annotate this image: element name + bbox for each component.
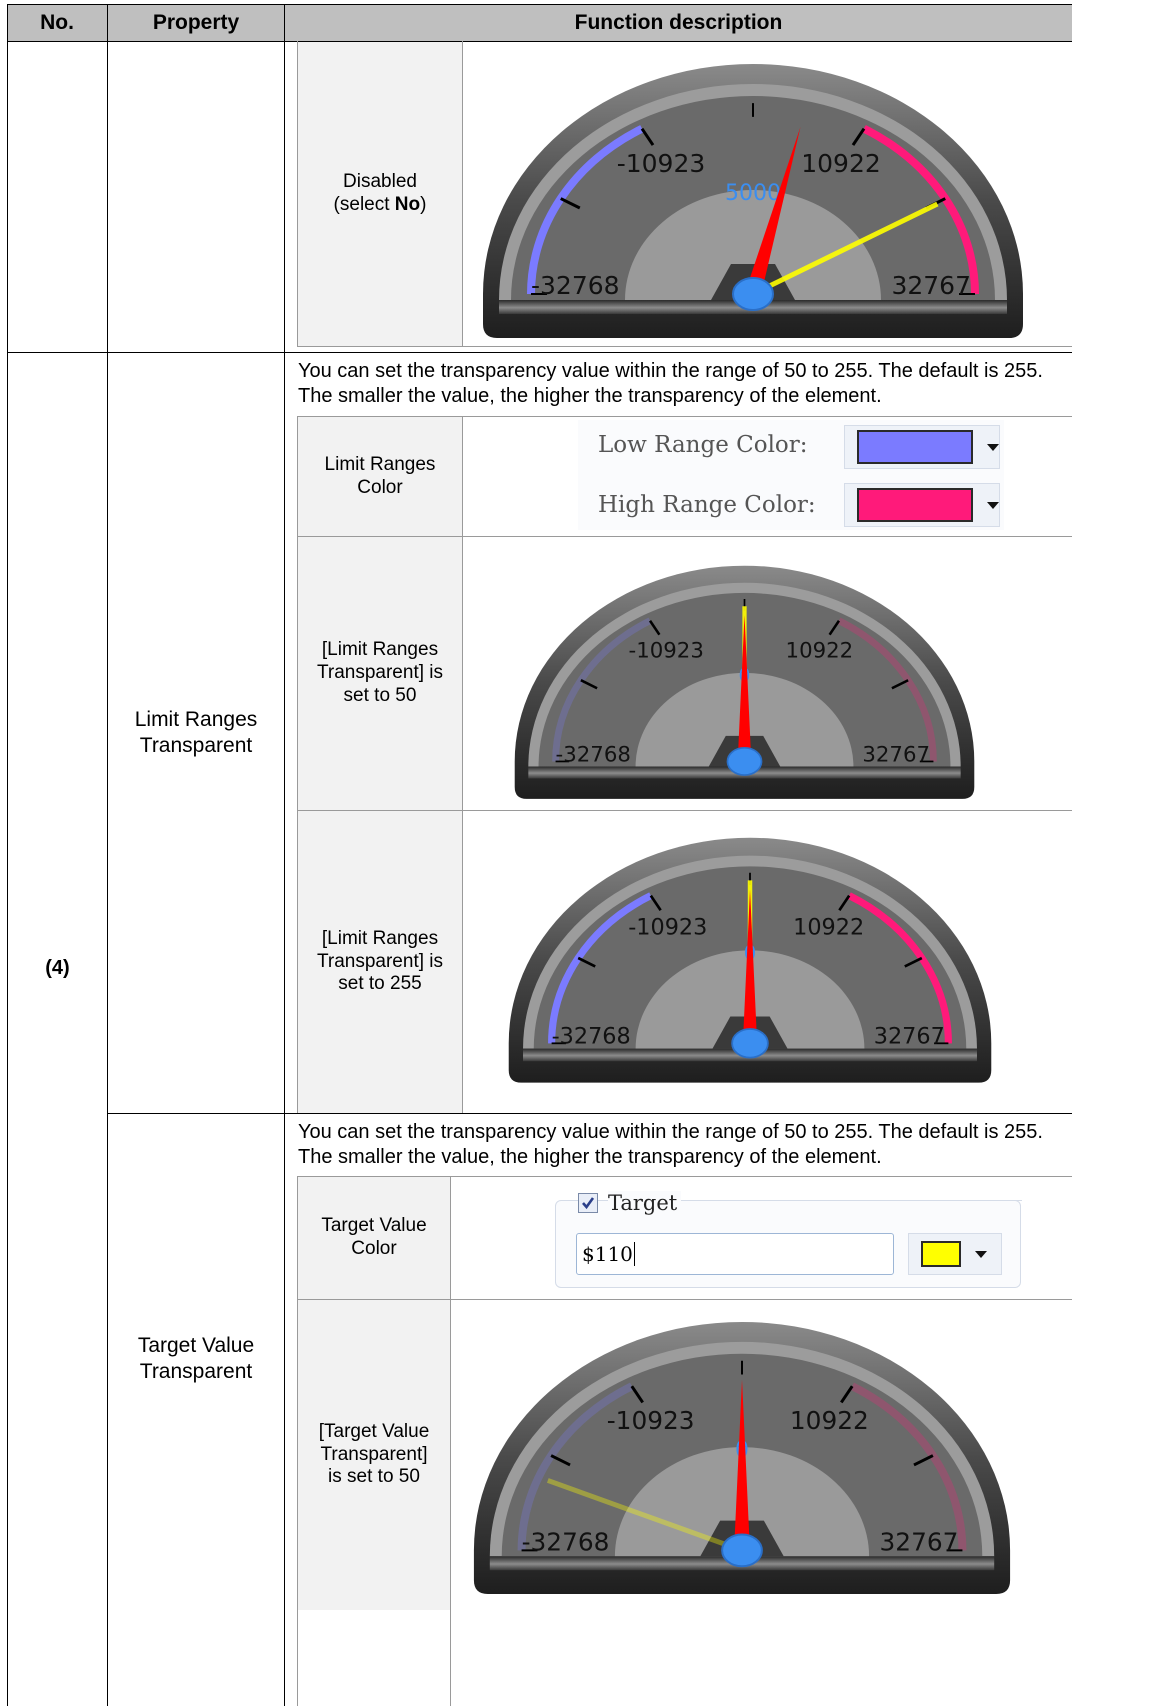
gauge-limit-50: -32768-1092310922327670 — [514, 565, 975, 799]
target-description: You can set the transparency value withi… — [298, 1121, 1043, 1168]
target-address-input[interactable]: $110 — [576, 1233, 894, 1275]
gauge-min-label: -32768 — [522, 1527, 610, 1556]
target-checkbox-label: Target — [608, 1191, 682, 1215]
chevron-down-icon — [975, 1250, 987, 1258]
header-description: Function description — [285, 5, 1072, 41]
gauge-high-mid-label: 10922 — [793, 914, 864, 940]
gauge-low-mid-label: -10923 — [617, 149, 706, 178]
target-panel-divider — [766, 1200, 1022, 1201]
gauge-max-label: 32767 — [891, 271, 971, 300]
gauge-high-mid-label: 10922 — [786, 639, 854, 664]
target-color-swatch — [921, 1241, 961, 1267]
limit-color-panel: Low Range Color: High Range Color: — [578, 420, 1004, 530]
gauge-disabled: -32768 -10923 10922 32767 5000 — [483, 64, 1023, 338]
low-range-color-picker[interactable] — [844, 425, 1000, 469]
header-property: Property — [108, 5, 284, 41]
low-range-swatch — [857, 430, 973, 464]
gauge-hub — [732, 277, 774, 311]
gauge-high-mid-label: 10922 — [801, 149, 881, 178]
target-checkbox[interactable] — [578, 1193, 598, 1213]
gauge-min-label: -32768 — [556, 742, 631, 767]
row-number-4: (4) — [45, 956, 70, 979]
text-cursor — [633, 1242, 635, 1266]
gauge-min-label: -32768 — [552, 1023, 631, 1049]
gauge-target-50: -32768-1092310922327670 — [473, 1321, 1011, 1595]
high-range-label: High Range Color: — [598, 492, 816, 518]
target-50-label: [Target Value Transparent] is set to 50 — [298, 1300, 450, 1610]
gauge-limit-255: -32768-1092310922327670 — [508, 837, 992, 1083]
gauge-hub — [726, 746, 763, 776]
limit-property: Limit Ranges Transparent — [134, 707, 258, 757]
gauge-low-mid-label: -10923 — [607, 1406, 695, 1435]
gauge-low-mid-label: -10923 — [628, 914, 707, 940]
gauge-hub — [731, 1028, 769, 1059]
limit-color-label: Limit Ranges Color — [298, 417, 462, 536]
target-property: Target Value Transparent — [137, 1333, 255, 1383]
chevron-down-icon — [987, 501, 999, 509]
limit-50-label: [Limit Ranges Transparent] is set to 50 — [298, 537, 462, 810]
chevron-down-icon — [987, 443, 999, 451]
checkmark-icon — [582, 1197, 595, 1210]
gauge-high-mid-label: 10922 — [790, 1406, 869, 1435]
target-panel: Target $110 — [555, 1191, 1022, 1288]
gauge-max-label: 32767 — [862, 742, 930, 767]
limit-255-label: [Limit Ranges Transparent] is set to 255 — [298, 811, 462, 1113]
high-range-color-picker[interactable] — [844, 483, 1000, 527]
gauge-hub — [721, 1533, 763, 1568]
target-color-label: Target Value Color — [298, 1177, 450, 1299]
gauge-max-label: 32767 — [880, 1527, 959, 1556]
low-range-label: Low Range Color: — [598, 432, 808, 458]
gauge-low-mid-label: -10923 — [629, 639, 704, 664]
disabled-label: Disabled (select No) — [298, 42, 462, 346]
gauge-max-label: 32767 — [874, 1023, 945, 1049]
target-address-value: $110 — [582, 1242, 633, 1266]
target-color-picker[interactable] — [908, 1233, 1002, 1275]
limit-description: You can set the transparency value withi… — [298, 360, 1043, 407]
gauge-value-label: 5000 — [725, 181, 781, 206]
header-no: No. — [7, 5, 107, 41]
high-range-swatch — [857, 488, 973, 522]
gauge-min-label: -32768 — [531, 271, 620, 300]
